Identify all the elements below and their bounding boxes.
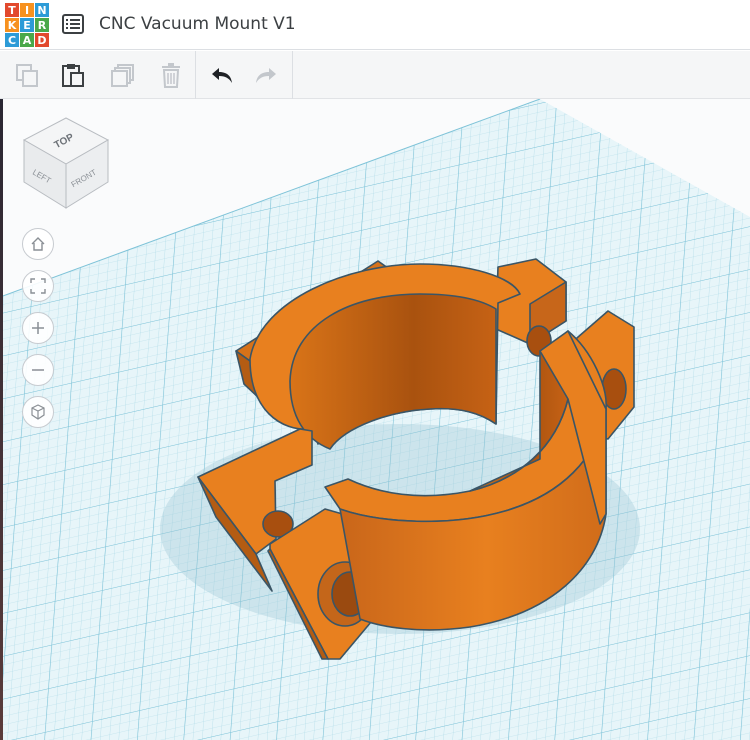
- window-edge: [0, 99, 3, 740]
- logo-letter: K: [5, 18, 19, 32]
- paste-button[interactable]: [58, 60, 88, 90]
- workplane-scene[interactable]: [0, 99, 750, 740]
- logo-letter: T: [5, 3, 19, 17]
- logo-letter: I: [20, 3, 34, 17]
- redo-arrow-icon: [256, 68, 276, 83]
- design-menu-icon[interactable]: [62, 14, 84, 34]
- toolbar-divider: [292, 51, 293, 99]
- undo-arrow-icon: [212, 68, 232, 83]
- logo-letter: D: [35, 33, 49, 47]
- top-bar: TIN KER CAD CNC Vacuum Mount V1: [0, 0, 750, 50]
- logo-letter: N: [35, 3, 49, 17]
- view-cube[interactable]: TOP LEFT FRONT: [22, 116, 110, 210]
- ortho-view-button[interactable]: [22, 396, 54, 428]
- undo-button[interactable]: [206, 60, 236, 90]
- zoom-in-button[interactable]: [22, 312, 54, 344]
- cube-icon: [31, 404, 45, 420]
- trash-icon: [162, 63, 180, 88]
- copy-icon: [16, 64, 38, 87]
- logo-letter: A: [20, 33, 34, 47]
- design-title[interactable]: CNC Vacuum Mount V1: [99, 14, 296, 34]
- logo-letter: C: [5, 33, 19, 47]
- minus-icon: [32, 369, 44, 371]
- zoom-out-button[interactable]: [22, 354, 54, 386]
- logo-letter: R: [35, 18, 49, 32]
- fit-all-button[interactable]: [22, 270, 54, 302]
- logo-letter: E: [20, 18, 34, 32]
- delete-button[interactable]: [156, 60, 186, 90]
- clipboard-icon: [62, 64, 84, 87]
- home-view-button[interactable]: [22, 228, 54, 260]
- tinkercad-logo[interactable]: TIN KER CAD: [5, 3, 49, 47]
- duplicate-icon: [111, 64, 134, 87]
- redo-button[interactable]: [252, 60, 282, 90]
- toolbar-divider: [195, 51, 196, 99]
- copy-button[interactable]: [12, 60, 42, 90]
- workplane-viewport[interactable]: TOP LEFT FRONT: [0, 99, 750, 740]
- plus-icon: [32, 322, 44, 334]
- edit-toolbar: [0, 51, 750, 99]
- duplicate-button[interactable]: [108, 60, 138, 90]
- home-icon: [31, 237, 45, 251]
- fit-view-icon: [30, 278, 46, 294]
